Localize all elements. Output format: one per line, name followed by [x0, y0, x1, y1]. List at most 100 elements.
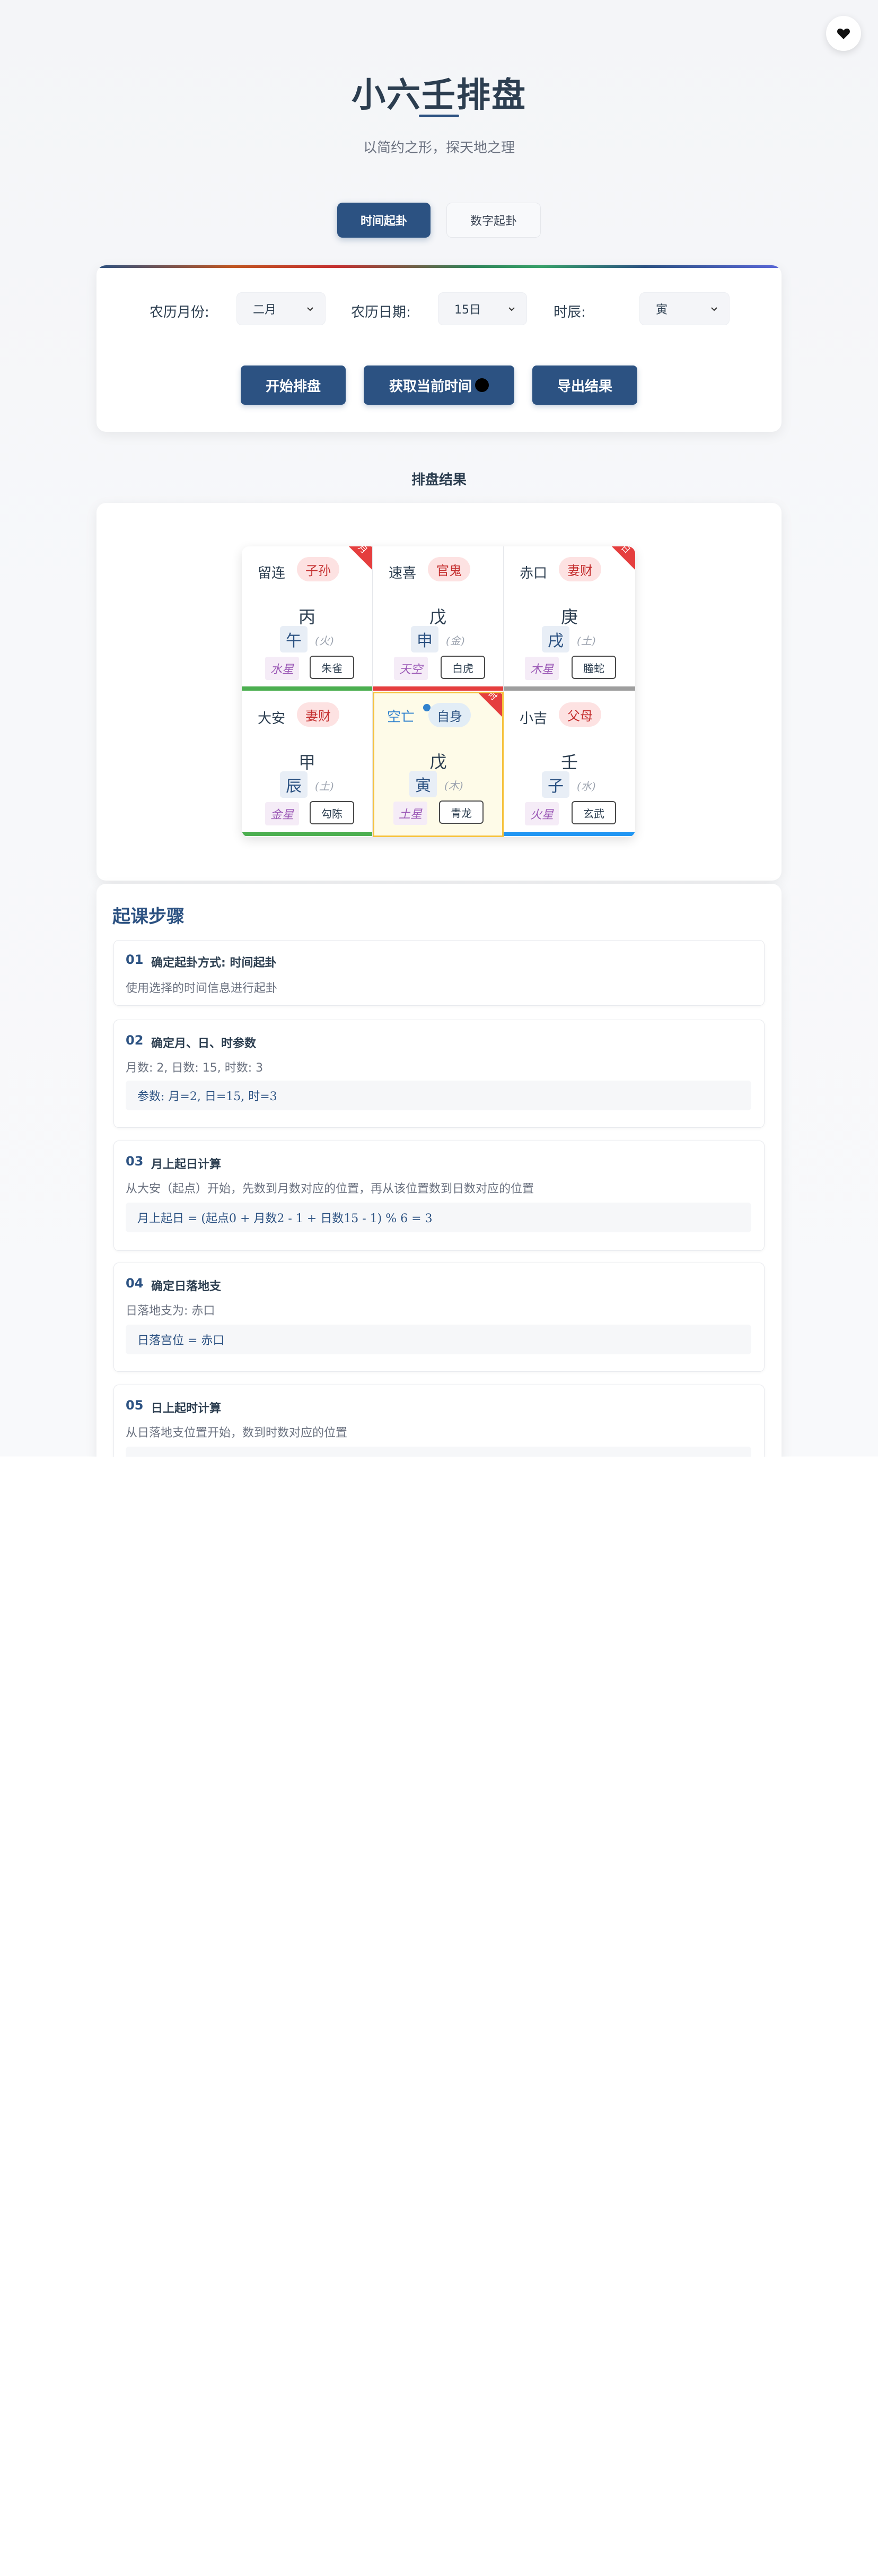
palace-cell[interactable]: 赤口 妻财 日 庚 戌 (土) 木星 螣蛇: [504, 546, 635, 692]
chevron-down-icon: [711, 307, 717, 311]
element-label: (土): [315, 780, 334, 793]
tab-time[interactable]: 时间起卦: [337, 203, 431, 238]
relation-badge: 子孙: [297, 557, 339, 581]
page-blank-area: [0, 1457, 878, 2576]
start-button[interactable]: 开始排盘: [241, 365, 346, 405]
step-formula: 月上起日 = (起点0 + 月数2 - 1 + 日数15 - 1) % 6 = …: [126, 1203, 751, 1232]
get-current-time-button[interactable]: 获取当前时间: [364, 365, 514, 405]
heart-icon: [837, 28, 850, 39]
page-subtitle: 以简约之形，探天地之理: [363, 140, 515, 156]
palace-cell[interactable]: 大安 妻财 甲 辰 (土) 金星 勾陈: [242, 692, 373, 837]
star-label: 水星: [265, 657, 300, 680]
step-description: 日落地支为: 赤口: [126, 1304, 215, 1318]
favorite-button[interactable]: [826, 16, 861, 51]
month-label: 农历月份:: [150, 304, 209, 320]
god-label: 白虎: [441, 656, 485, 679]
step-description: 从大安（起点）开始，先数到月数对应的位置，再从该位置数到日数对应的位置: [126, 1182, 534, 1196]
day-select-value: 15日: [454, 303, 481, 317]
step-number: 02: [126, 1033, 144, 1048]
step-heading: 月上起日计算: [151, 1158, 222, 1171]
palace-cell-current[interactable]: 空亡 自身 时 戊 寅 (木) 土星 青龙: [373, 692, 504, 837]
palace-name: 留连: [258, 565, 286, 581]
cell-bottom-bar: [504, 686, 635, 691]
element-label: (木): [444, 779, 463, 792]
step-formula: 日落宫位 = 赤口: [126, 1325, 751, 1354]
heavenly-stem: 庚: [560, 607, 578, 627]
relation-badge: 官鬼: [428, 557, 470, 581]
day-select[interactable]: 15日: [438, 292, 527, 325]
step-number: 03: [126, 1154, 144, 1169]
gradient-top-bar: [96, 265, 782, 268]
step-heading: 日上起时计算: [151, 1402, 222, 1415]
step-description: 使用选择的时间信息进行起卦: [126, 982, 278, 995]
heavenly-stem: 丙: [298, 607, 315, 627]
step-heading: 确定日落地支: [151, 1280, 222, 1293]
heavenly-stem: 戊: [429, 607, 446, 627]
chevron-down-icon: [307, 307, 313, 311]
steps-title: 起课步骤: [112, 906, 185, 927]
star-label: 天空: [394, 657, 428, 680]
hour-select[interactable]: 寅: [639, 292, 730, 325]
heavenly-stem: 壬: [560, 752, 578, 772]
element-label: (火): [315, 634, 334, 647]
heavenly-stem: 甲: [298, 752, 315, 772]
step-item: 01 确定起卦方式: 时间起卦 使用选择的时间信息进行起卦: [113, 940, 765, 1006]
palace-cell[interactable]: 速喜 官鬼 戊 申 (金) 天空 白虎: [373, 546, 504, 692]
step-number: 01: [126, 952, 144, 967]
palace-cell[interactable]: 留连 子孙 月 丙 午 (火) 水星 朱雀: [242, 546, 373, 692]
palace-name: 大安: [258, 711, 286, 727]
hour-label: 时辰:: [554, 304, 586, 320]
tab-number[interactable]: 数字起卦: [446, 203, 541, 238]
relation-badge: 自身: [428, 703, 471, 727]
star-label: 火星: [525, 802, 559, 825]
palace-name: 赤口: [520, 565, 548, 581]
star-label: 木星: [525, 657, 559, 680]
cell-bottom-bar: [242, 832, 372, 836]
step-formula-partial: [126, 1447, 751, 1457]
get-current-time-label: 获取当前时间: [389, 378, 472, 395]
earthly-branch: 戌: [542, 626, 569, 652]
corner-marker: 日: [597, 546, 635, 578]
corner-marker: 时: [464, 693, 502, 725]
export-button[interactable]: 导出结果: [532, 365, 637, 405]
page-title: 小六壬排盘: [352, 76, 526, 115]
step-formula: 参数: 月=2, 日=15, 时=3: [126, 1081, 751, 1110]
relation-badge: 父母: [559, 702, 601, 727]
step-item: 02 确定月、日、时参数 月数: 2, 日数: 15, 时数: 3 参数: 月=…: [113, 1020, 765, 1128]
earthly-branch: 申: [411, 626, 438, 652]
cell-bottom-bar: [504, 832, 635, 836]
palace-name: 小吉: [520, 711, 548, 727]
step-heading: 确定起卦方式: 时间起卦: [151, 956, 277, 970]
star-label: 金星: [265, 802, 300, 825]
god-label: 勾陈: [310, 801, 354, 824]
month-select[interactable]: 二月: [236, 292, 326, 325]
result-section-title: 排盘结果: [411, 472, 467, 488]
corner-marker: 月: [334, 546, 372, 578]
step-description: 月数: 2, 日数: 15, 时数: 3: [126, 1061, 264, 1075]
chevron-down-icon: [508, 307, 515, 311]
god-label: 玄武: [572, 801, 616, 824]
star-label: 土星: [393, 802, 428, 825]
hour-select-value: 寅: [656, 303, 668, 317]
step-item: 04 确定日落地支 日落地支为: 赤口 日落宫位 = 赤口: [113, 1263, 765, 1372]
god-label: 朱雀: [310, 656, 354, 679]
god-label: 青龙: [439, 800, 484, 824]
palace-name: 空亡: [387, 709, 415, 725]
palace-cell[interactable]: 小吉 父母 壬 子 (水) 火星 玄武: [504, 692, 635, 837]
title-underline: [419, 115, 459, 117]
earthly-branch: 寅: [409, 771, 437, 797]
step-number: 05: [126, 1398, 144, 1413]
earthly-branch: 辰: [280, 771, 308, 798]
step-item: 03 月上起日计算 从大安（起点）开始，先数到月数对应的位置，再从该位置数到日数…: [113, 1141, 765, 1251]
step-heading: 确定月、日、时参数: [151, 1037, 257, 1050]
heavenly-stem: 戊: [429, 752, 447, 772]
step-description: 从日落地支位置开始，数到时数对应的位置: [126, 1426, 348, 1440]
input-form-card: [96, 265, 782, 432]
day-label: 农历日期:: [351, 304, 411, 320]
liuren-board: 留连 子孙 月 丙 午 (火) 水星 朱雀 速喜 官鬼 戊 申 (金) 天空 白…: [242, 546, 635, 837]
step-number: 04: [126, 1276, 144, 1291]
step-item: 05 日上起时计算 从日落地支位置开始，数到时数对应的位置: [113, 1385, 765, 1457]
earthly-branch: 子: [542, 771, 569, 798]
cell-bottom-bar: [373, 686, 503, 691]
element-label: (水): [577, 780, 596, 793]
